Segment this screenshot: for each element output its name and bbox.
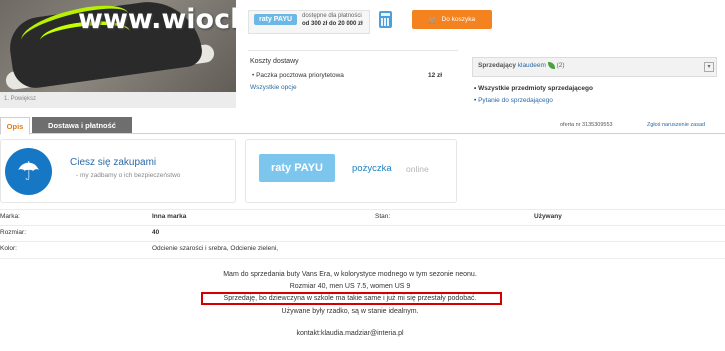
seller-rating: (2) <box>556 62 565 70</box>
ask-seller[interactable]: • Pytanie do sprzedającego <box>474 97 553 104</box>
detail-label: Marka: <box>0 213 20 220</box>
seller-all-items-label: Wszystkie przedmioty sprzedającego <box>478 85 593 92</box>
ask-seller-label: Pytanie do sprzedającego <box>478 97 553 104</box>
seller-all-items[interactable]: • Wszystkie przedmioty sprzedającego <box>474 85 593 92</box>
contact-line: kontakt:klaudia.madziar@interia.pl <box>296 330 404 337</box>
cart-icon: 🛒 <box>428 16 438 24</box>
divider <box>0 209 725 210</box>
shipping-item-label: Paczka pocztowa priorytetowa <box>256 72 344 79</box>
description-line: Rozmiar 40, men US 7.5, women US 9 <box>289 283 411 290</box>
calculator-icon[interactable] <box>379 11 392 28</box>
detail-label: Rozmiar: <box>0 229 27 236</box>
detail-value: Używany <box>534 213 562 220</box>
divider <box>248 50 458 51</box>
expand-icon[interactable]: ▾ <box>704 62 714 72</box>
leaf-icon <box>547 62 555 69</box>
online-label: online <box>406 164 429 174</box>
seller-label: Sprzedający <box>478 62 516 70</box>
tab-shipping-payment[interactable]: Dostawa i płatność <box>32 117 132 133</box>
add-to-cart-button[interactable]: 🛒 Do koszyka <box>412 10 492 29</box>
tab-description[interactable]: Opis <box>0 117 30 135</box>
product-photo[interactable]: www.wiocha.pl 1. Powiększ <box>0 0 236 108</box>
description-line: Używane były rzadko, są w stanie idealny… <box>281 308 419 315</box>
photo-caption[interactable]: 1. Powiększ <box>4 96 36 102</box>
payu-logo: raty PAYU <box>259 154 335 182</box>
detail-value: 40 <box>152 229 160 236</box>
watermark: www.wiocha.pl <box>78 4 236 35</box>
description-line-highlighted: Sprzedaję, bo dziewczyna w szkole ma tak… <box>223 295 477 302</box>
payu-info-line2: od 300 zł do 20 000 zł <box>302 21 363 27</box>
report-link[interactable]: Zgłoś naruszenie zasad <box>647 122 705 128</box>
raty-payu-badge: raty PAYU <box>254 14 298 25</box>
promo-subtitle: - my zadbamy o ich bezpieczeństwo <box>76 172 181 179</box>
offer-number: oferta nr 3135309553 <box>560 122 613 128</box>
detail-label: Stan: <box>375 213 391 220</box>
shipping-title: Koszty dostawy <box>250 58 299 65</box>
detail-value: Inna marka <box>152 213 187 220</box>
detail-label: Kolor: <box>0 245 17 252</box>
detail-value: Odcienie szarości i srebra, Odcienie zie… <box>152 245 279 252</box>
description-line: Mam do sprzedania buty Vans Era, w kolor… <box>223 271 477 278</box>
divider <box>0 241 725 242</box>
seller-row: Sprzedający klaudeem (2) <box>478 62 565 69</box>
divider <box>0 225 725 226</box>
umbrella-icon: ☂ <box>5 148 52 195</box>
shipping-options-link[interactable]: Wszystkie opcje <box>250 84 297 91</box>
payu-info-line1: dostępne dla płatności <box>302 13 362 19</box>
shipping-price: 12 zł <box>428 72 443 79</box>
shipping-item: • Paczka pocztowa priorytetowa <box>252 72 344 79</box>
seller-name[interactable]: klaudeem <box>518 62 546 69</box>
loan-label: pożyczka <box>352 163 392 174</box>
divider <box>0 258 725 259</box>
add-to-cart-label: Do koszyka <box>441 16 476 23</box>
promo-title[interactable]: Ciesz się zakupami <box>70 157 156 168</box>
